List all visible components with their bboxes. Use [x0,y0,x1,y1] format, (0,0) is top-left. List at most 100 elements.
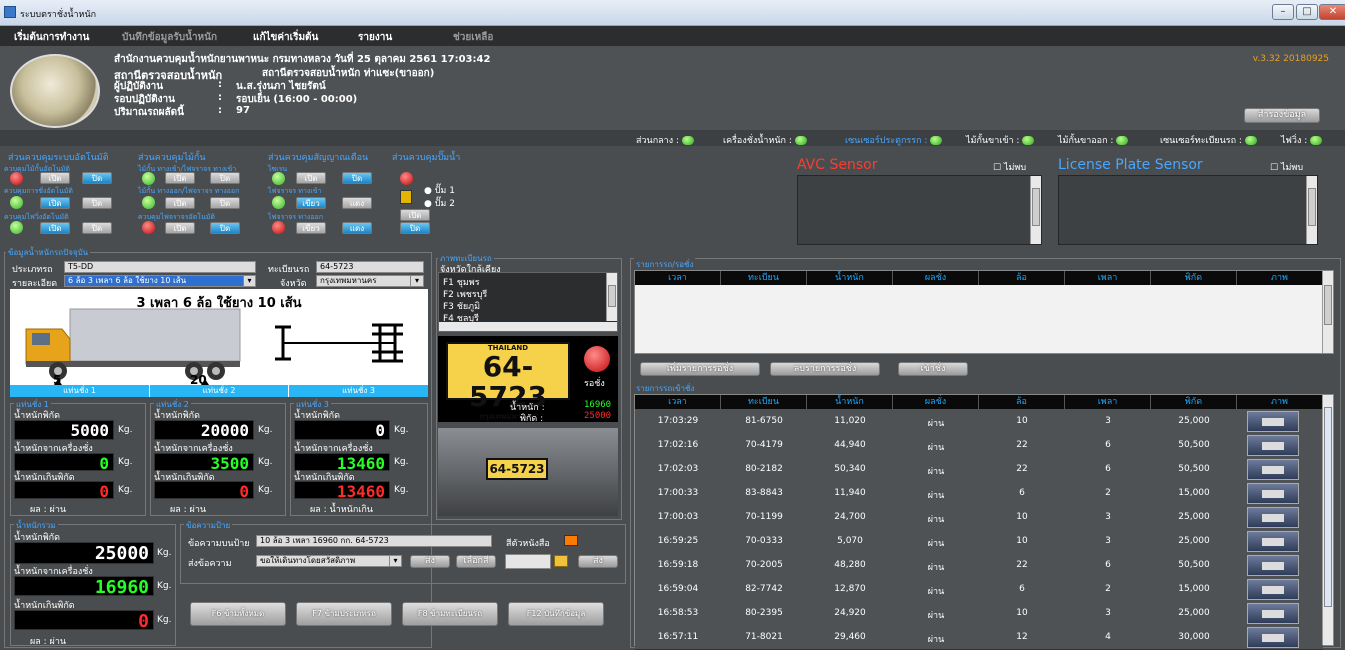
auto-barrier-close-button[interactable]: ปิด [82,172,112,184]
vehicle-thumbnail[interactable] [1247,603,1299,624]
barrier-auto-close-button[interactable]: ปิด [210,222,240,234]
queue-column-header[interactable]: เวลา [635,271,721,285]
log-row[interactable]: 17:03:29 81-6750 11,020 ผ่าน 10 3 25,000 [635,409,1323,434]
lpr-not-found-checkbox[interactable]: ☐ ไม่พบ [1270,160,1303,174]
scale-tab-1[interactable]: แท่นชั่ง 1 [10,385,149,397]
vehicle-thumbnail[interactable] [1247,411,1299,432]
menu-start[interactable]: เริ่มต้นการทำงาน [14,30,89,45]
send-button[interactable]: ส่ง [410,555,450,568]
send-message-select[interactable]: ขอให้เดินทางโดยสวัสดิภาพ [256,555,390,567]
auto-barrier-open-button[interactable]: เปิด [40,172,70,184]
queue-column-header[interactable]: เพลา [1065,271,1151,285]
queue-column-header[interactable]: ล้อ [979,271,1065,285]
light-out-red-button[interactable]: แดง [342,222,372,234]
remove-queue-button[interactable]: ลบรายการรอชั่ง [770,362,880,376]
auto-weigh-close-button[interactable]: ปิด [82,197,112,209]
pump2-radio[interactable]: ● ปั๊ม 2 [424,196,455,210]
log-column-header[interactable]: น้ำหนัก [807,395,893,409]
log-row[interactable]: 17:02:03 80-2182 50,340 ผ่าน 22 6 50,500 [635,457,1323,482]
lpr-scrollbar[interactable] [1306,176,1317,244]
light-in-green-button[interactable]: เขียว [296,197,326,209]
folder-icon[interactable] [554,555,568,567]
log-column-header[interactable]: ภาพ [1237,395,1323,409]
detail-select[interactable]: 6 ล้อ 3 เพลา 6 ล้อ ใช้ยาง 10 เส้น [64,275,244,287]
log-column-header[interactable]: เวลา [635,395,721,409]
queue-column-header[interactable]: ภาพ [1237,271,1323,285]
log-row[interactable]: 17:02:16 70-4179 44,940 ผ่าน 22 6 50,500 [635,433,1323,458]
queue-scrollbar[interactable] [1322,271,1333,353]
sign-message-field[interactable]: 10 ล้อ 3 เพลา 16960 กก. 64-5723 [256,535,492,547]
menu-help[interactable]: ช่วยเหลือ [453,30,493,45]
pump-close-button[interactable]: ปิด [400,222,430,234]
log-row[interactable]: 17:00:33 83-8843 11,940 ผ่าน 6 2 15,000 [635,481,1323,506]
province-dropdown-icon[interactable]: ▾ [410,275,424,287]
province-hscrollbar[interactable] [439,322,617,331]
detail-dropdown-icon[interactable]: ▾ [243,275,256,287]
queue-column-header[interactable]: ผลชั่ง [893,271,979,285]
log-row[interactable]: 16:59:18 70-2005 48,280 ผ่าน 22 6 50,500 [635,553,1323,578]
close-button[interactable]: ✕ [1319,4,1345,20]
menu-report[interactable]: รายงาน [358,30,392,45]
light-out-green-button[interactable]: เขียว [296,222,326,234]
auto-light-close-button[interactable]: ปิด [82,222,112,234]
vehicle-thumbnail[interactable] [1247,579,1299,600]
backup-button[interactable]: สำรองข้อมูล [1244,108,1320,123]
minimize-button[interactable]: – [1272,4,1294,20]
queue-column-header[interactable]: ทะเบียน [721,271,807,285]
province-select[interactable]: กรุงเทพมหานคร [316,275,411,287]
queue-column-header[interactable]: น้ำหนัก [807,271,893,285]
maximize-button[interactable]: □ [1296,4,1318,20]
menu-record[interactable]: บันทึกข้อมูลรับน้ำหนัก [122,30,217,45]
barrier-in-close-button[interactable]: ปิด [210,172,240,184]
choose-color-button[interactable]: เลือกสี [456,555,496,568]
pump-open-button[interactable]: เปิด [400,209,430,221]
auto-weigh-open-button[interactable]: เปิด [40,197,70,209]
log-row[interactable]: 16:59:04 82-7742 12,870 ผ่าน 6 2 15,000 [635,577,1323,602]
barrier-in-open-button[interactable]: เปิด [165,172,195,184]
send-message-dropdown-icon[interactable]: ▾ [389,555,402,567]
scale-tab-3[interactable]: แท่นชั่ง 3 [288,385,428,397]
log-column-header[interactable]: ทะเบียน [721,395,807,409]
queue-column-header[interactable]: พิกัด [1151,271,1237,285]
log-scrollbar[interactable] [1322,395,1333,645]
barrier-out-open-button[interactable]: เปิด [165,197,195,209]
sign-color-swatch[interactable] [564,535,578,546]
vehicle-thumbnail[interactable] [1247,531,1299,552]
pump1-radio[interactable]: ● ปั๊ม 1 [424,183,455,197]
send-image-button[interactable]: ส่ง [578,555,618,568]
plate-field[interactable]: 64-5723 [316,261,424,273]
vehicle-thumbnail[interactable] [1247,627,1299,648]
nearby-province-list[interactable]: F1 ชุมพร F2 เพชรบุรี F3 ชัยภูมิ F4 ชลบุร… [438,272,618,332]
barrier-auto-open-button[interactable]: เปิด [165,222,195,234]
menu-settings[interactable]: แก้ไขค่าเริ่มต้น [253,30,318,45]
log-column-header[interactable]: พิกัด [1151,395,1237,409]
siren-close-button[interactable]: ปิด [342,172,372,184]
province-scrollbar[interactable] [606,273,617,321]
weigh-button[interactable]: เข้าชั่ง [898,362,968,376]
vehicle-thumbnail[interactable] [1247,435,1299,456]
log-column-header[interactable]: ล้อ [979,395,1065,409]
scale-tab-2[interactable]: แท่นชั่ง 2 [149,385,288,397]
skip-all-button[interactable]: F6 ข้ามทั้งหมด [190,602,286,626]
skip-plate-button[interactable]: F8 ข้ามทะเบียนรถ [402,602,498,626]
avc-scrollbar[interactable] [1030,176,1041,244]
log-row[interactable]: 16:59:25 70-0333 5,070 ผ่าน 10 3 25,000 [635,529,1323,554]
log-column-header[interactable]: เพลา [1065,395,1151,409]
avc-not-found-checkbox[interactable]: ☐ ไม่พบ [993,160,1026,174]
log-row[interactable]: 17:00:03 70-1199 24,700 ผ่าน 10 3 25,000 [635,505,1323,530]
light-in-red-button[interactable]: แดง [342,197,372,209]
barrier-out-close-button[interactable]: ปิด [210,197,240,209]
log-row[interactable]: 16:58:53 80-2395 24,920 ผ่าน 10 3 25,000 [635,601,1323,626]
vehicle-thumbnail[interactable] [1247,459,1299,480]
log-column-header[interactable]: ผลชั่ง [893,395,979,409]
vehicle-thumbnail[interactable] [1247,555,1299,576]
vehicle-thumbnail[interactable] [1247,483,1299,504]
siren-open-button[interactable]: เปิด [296,172,326,184]
type-field[interactable]: T5-DD [64,261,256,273]
auto-light-open-button[interactable]: เปิด [40,222,70,234]
skip-type-button[interactable]: F7 ข้ามประเภทรถ [296,602,392,626]
save-record-button[interactable]: F12 บันทึกข้อมูล [508,602,604,626]
add-queue-button[interactable]: เพิ่มรายการรอชั่ง [640,362,760,376]
log-row[interactable]: 16:57:11 71-8021 29,460 ผ่าน 12 4 30,000 [635,625,1323,650]
vehicle-thumbnail[interactable] [1247,507,1299,528]
